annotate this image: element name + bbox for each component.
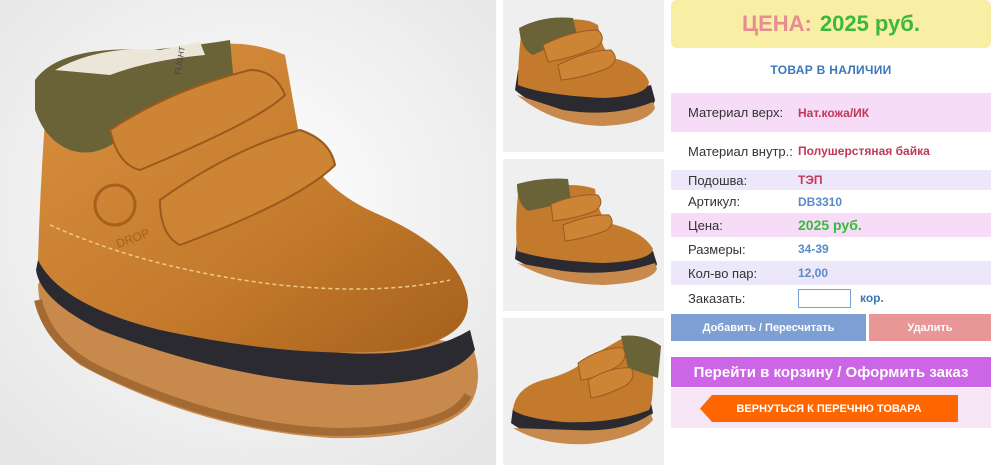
spec-label: Размеры:	[688, 241, 746, 257]
thumbnail-1[interactable]	[503, 0, 664, 152]
spec-label: Кол-во пар:	[688, 265, 758, 281]
back-to-list-button[interactable]: ВЕРНУТЬСЯ К ПЕРЕЧНЮ ТОВАРА	[700, 395, 958, 422]
price-header-value: 2025 руб.	[819, 11, 920, 36]
order-quantity-input[interactable]	[798, 288, 851, 308]
order-unit-label: кор.	[860, 291, 884, 305]
spec-label: Цена:	[688, 217, 723, 233]
spec-row-pairs: Кол-во пар: 12,00	[671, 261, 991, 285]
spec-row-sizes: Размеры: 34-39	[671, 238, 991, 260]
spec-label: Материал внутр.:	[688, 143, 793, 159]
spec-label: Подошва:	[688, 172, 748, 188]
spec-row-material-top: Материал верх: Нат.кожа/ИК	[671, 93, 991, 132]
spec-row-order: Заказать: кор.	[671, 286, 991, 310]
spec-value: ТЭП	[798, 173, 823, 187]
boot-thumbnail-image	[503, 318, 664, 465]
thumbnail-2[interactable]	[503, 159, 664, 311]
spec-label: Заказать:	[688, 290, 746, 306]
spec-label: Артикул:	[688, 194, 741, 209]
spec-value: DB3310	[798, 194, 843, 209]
spec-row-material-inner: Материал внутр.: Полушерстяная байка	[671, 132, 991, 170]
spec-label: Материал верх:	[688, 105, 784, 120]
price-header-label: ЦЕНА:	[742, 11, 812, 36]
spec-value: Полушерстяная байка	[798, 144, 930, 158]
spec-value: 12,00	[798, 266, 829, 280]
spec-row-sole: Подошва: ТЭП	[671, 170, 991, 190]
boot-thumbnail-image	[503, 159, 664, 311]
boot-thumbnail-image	[503, 0, 664, 152]
main-product-photo: DROP FLIGHT	[0, 0, 496, 465]
add-recalculate-button[interactable]: Добавить / Пересчитать	[671, 314, 866, 341]
spec-value: 34-39	[798, 242, 829, 256]
thumbnail-3[interactable]	[503, 318, 664, 465]
boot-main-image: DROP FLIGHT	[0, 0, 496, 465]
go-to-cart-button[interactable]: Перейти в корзину / Оформить заказ	[671, 357, 991, 387]
spec-row-article: Артикул: DB3310	[671, 191, 991, 212]
spec-value: Нат.кожа/ИК	[798, 105, 870, 120]
price-header: ЦЕНА: 2025 руб.	[671, 0, 991, 48]
availability-status: ТОВАР В НАЛИЧИИ	[770, 63, 892, 77]
spec-value: 2025 руб.	[798, 217, 862, 233]
delete-button[interactable]: Удалить	[869, 314, 991, 341]
spec-row-price: Цена: 2025 руб.	[671, 213, 991, 237]
